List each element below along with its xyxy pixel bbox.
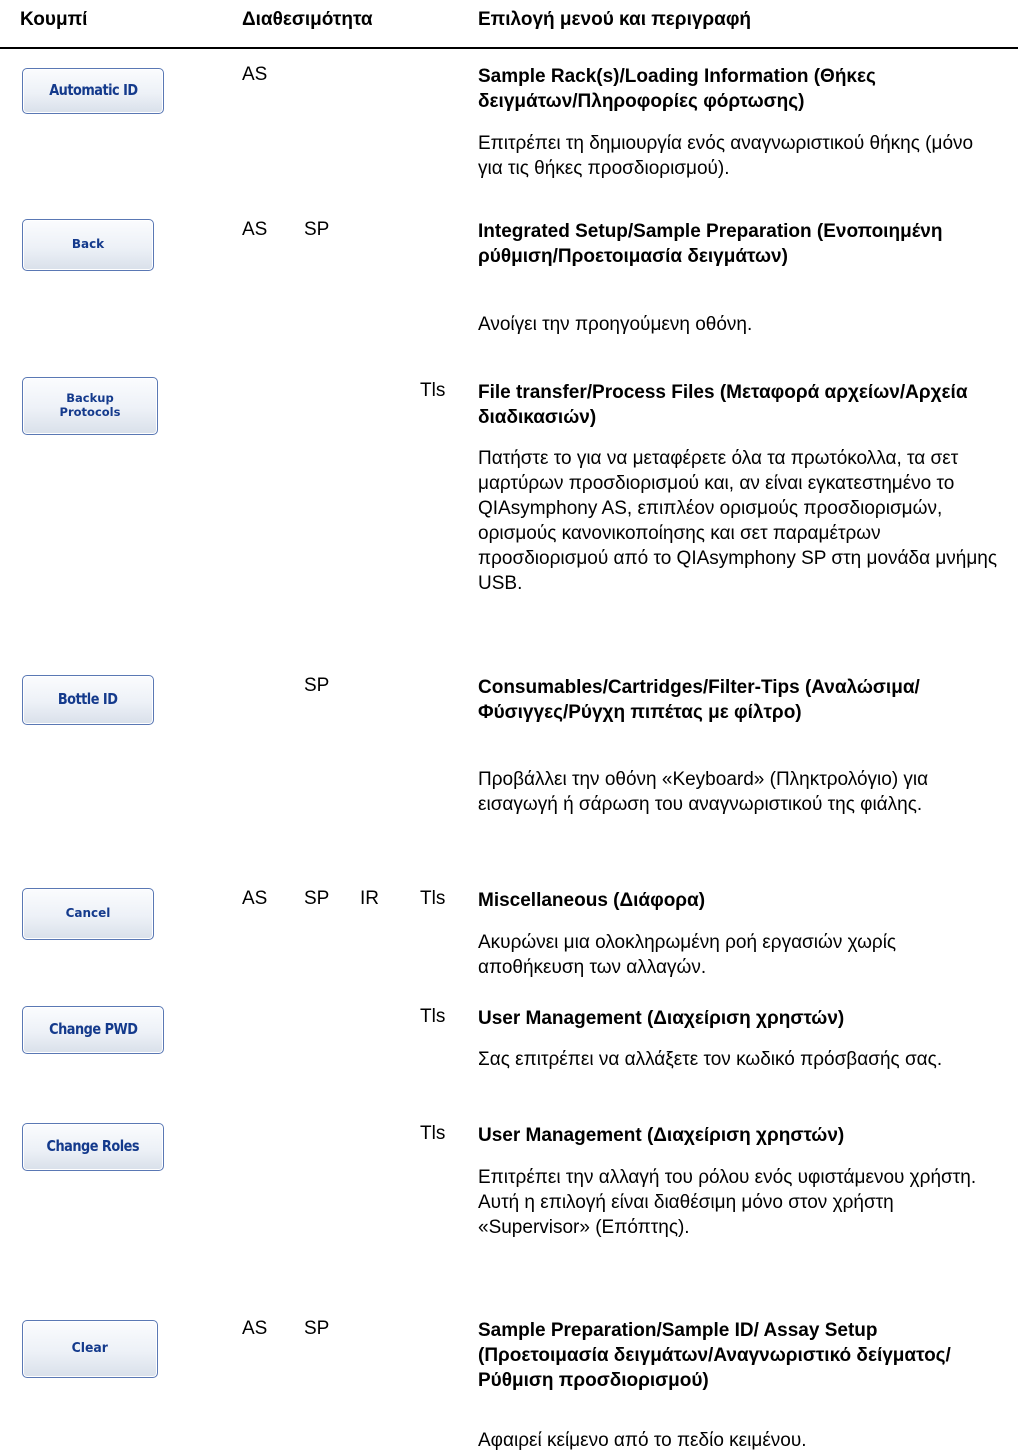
menu-option-description: Αφαιρεί κείμενο από το πεδίο κειμένου.	[478, 1430, 807, 1451]
cancel-button[interactable]: Cancel	[22, 888, 154, 940]
menu-option-description: Προβάλλει την οθόνη «Keyboard» (Πληκτρολ…	[478, 769, 929, 815]
header-divider	[0, 47, 1018, 49]
automatic-id-button[interactable]: Automatic ID	[22, 68, 164, 114]
menu-option-title: Miscellaneous (Διάφορα)	[478, 890, 706, 911]
bottle-id-button[interactable]: Bottle ID	[22, 675, 154, 725]
availability-as: AS	[242, 1318, 268, 1339]
menu-option-description: Ακυρώνει μια ολοκληρωμένη ροή εργασιών χ…	[478, 932, 897, 978]
menu-option-description: Επιτρέπει τη δημιουργία ενός αναγνωριστι…	[478, 133, 974, 179]
availability-sp: SP	[304, 1318, 330, 1339]
menu-option-title: Integrated Setup/Sample Preparation (Ενο…	[478, 221, 943, 267]
menu-option-description: Σας επιτρέπει να αλλάξετε τον κωδικό πρό…	[478, 1049, 943, 1070]
menu-option-description: Επιτρέπει την αλλαγή του ρόλου ενός υφισ…	[478, 1167, 977, 1238]
menu-option-title: User Management (Διαχείριση χρηστών)	[478, 1125, 845, 1146]
availability-sp: SP	[304, 675, 330, 696]
availability-tls: Tls	[420, 1123, 446, 1144]
change-pwd-button[interactable]: Change PWD	[22, 1006, 164, 1054]
clear-button[interactable]: Clear	[22, 1320, 158, 1378]
back-button[interactable]: Back	[22, 219, 154, 271]
menu-option-description: Πατήστε το για να μεταφέρετε όλα τα πρωτ…	[478, 448, 998, 594]
availability-ir: IR	[360, 888, 379, 909]
backup-protocols-button[interactable]: Backup Protocols	[22, 377, 158, 435]
menu-option-title: Consumables/Cartridges/Filter-Tips (Αναλ…	[478, 677, 920, 723]
header-availability-column: Διαθεσιμότητα	[242, 9, 373, 30]
menu-option-title: User Management (Διαχείριση χρηστών)	[478, 1008, 845, 1029]
availability-as: AS	[242, 64, 268, 85]
table-header: Κουμπί Διαθεσιμότητα Επιλογή μενού και π…	[0, 0, 1018, 49]
availability-tls: Tls	[420, 380, 446, 401]
availability-tls: Tls	[420, 888, 446, 909]
menu-option-title: File transfer/Process Files (Μεταφορά αρ…	[478, 382, 968, 428]
menu-option-title: Sample Rack(s)/Loading Information (Θήκε…	[478, 66, 876, 112]
availability-tls: Tls	[420, 1006, 446, 1027]
change-roles-button[interactable]: Change Roles	[22, 1123, 164, 1171]
availability-as: AS	[242, 888, 268, 909]
availability-sp: SP	[304, 219, 330, 240]
menu-option-title: Sample Preparation/Sample ID/ Assay Setu…	[478, 1320, 951, 1391]
availability-as: AS	[242, 219, 268, 240]
header-menu-column: Επιλογή μενού και περιγραφή	[478, 9, 752, 30]
availability-sp: SP	[304, 888, 330, 909]
header-button-column: Κουμπί	[20, 9, 88, 30]
menu-option-description: Ανοίγει την προηγούμενη οθόνη.	[478, 314, 753, 335]
